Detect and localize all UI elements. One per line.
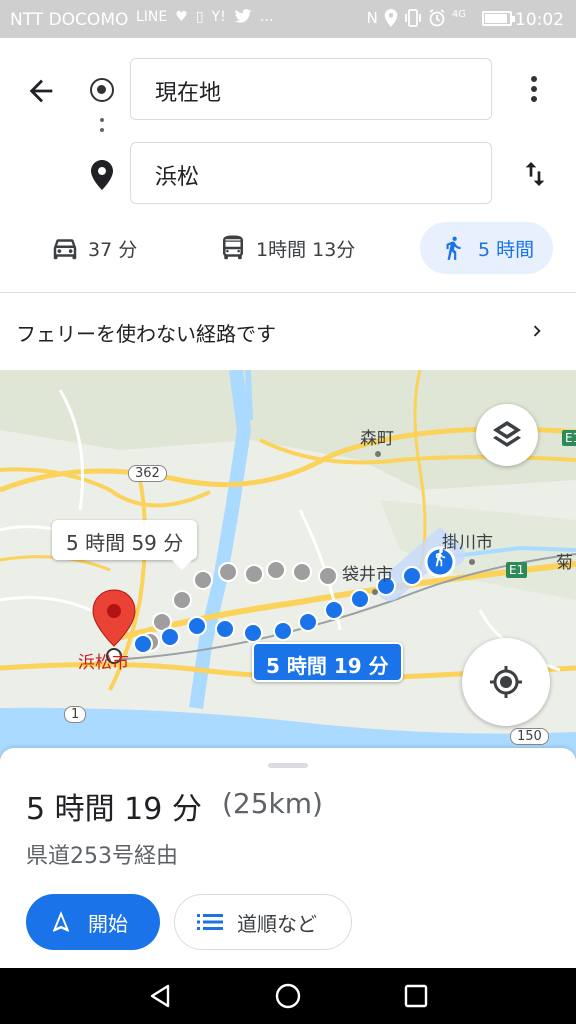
route-via: 県道253号経由 [26,844,178,869]
chevron-right-icon [533,325,541,337]
yahoo-icon: Y! [211,9,226,25]
map-label-kiku: 菊 [556,553,573,573]
my-location-button[interactable] [462,638,550,726]
route-shield-1: 1 [64,706,87,723]
twitter-icon [234,9,252,27]
driving-time: 37 分 [88,238,138,261]
route-notice-row[interactable]: フェリーを使わない経路です [0,293,576,370]
map-label-morimachi: 森町 [360,429,394,449]
heart-icon: ♥ [175,9,188,25]
more-notifications-icon: … [259,9,274,25]
route-notice-text: フェリーを使わない経路です [16,322,276,346]
sheet-drag-handle[interactable] [268,763,308,768]
my-location-icon [490,666,522,698]
signal-icon: 4G [451,9,466,20]
back-button[interactable] [24,74,58,108]
destination-input[interactable]: 浜松 [130,142,492,204]
line-icon: LINE [136,9,168,25]
swap-vert-icon [525,162,545,186]
route-summary-sheet[interactable]: 5 時間 19 分 (25km) 県道253号経由 開始 道順など [0,748,576,968]
map-view[interactable]: 森町 掛川市 袋井市 浜松市 菊 362 1 150 E1 E1 5 時間 59… [0,370,576,770]
map-label-kakegawa: 掛川市 [442,533,493,553]
notification-icons: LINE ♥ ▯ Y! … [136,9,274,27]
car-icon [53,239,77,260]
clock: 10:02 [515,10,564,30]
alarm-icon [428,9,446,31]
nfc-icon: N [366,9,378,27]
map-label-fukuroi: 袋井市 [342,565,393,585]
steps-label: 道順など [237,911,317,936]
transit-time: 1時間 13分 [256,238,356,261]
status-bar: NTT DOCOMO LINE ♥ ▯ Y! … N 4G 10:02 [0,0,576,38]
map-layers-button[interactable] [476,404,538,466]
location-icon [384,9,398,31]
phone-icon: ▯ [195,9,204,25]
tab-walking[interactable]: 5 時間 [420,222,553,274]
arrow-left-icon [29,79,53,103]
tab-driving[interactable]: 37 分 [50,222,137,274]
tab-transit[interactable]: 1時間 13分 [218,222,355,274]
route-duration: 5 時間 19 分 [26,792,202,827]
expressway-shield-e1: E1 [506,562,528,578]
start-navigation-button[interactable]: 開始 [26,894,160,950]
carrier-name: NTT DOCOMO [10,10,129,30]
vibrate-icon [404,9,422,31]
directions-header: 現在地 浜松 37 分 1時間 13分 5 時間 [0,38,576,292]
list-icon [197,914,223,930]
system-icons: N 4G [367,9,466,31]
swap-locations-button[interactable] [519,158,551,190]
destination-pin-icon [91,160,113,190]
route-distance: (25km) [222,787,323,820]
walking-time: 5 時間 [478,238,535,261]
origin-input[interactable]: 現在地 [130,58,492,120]
route-shield-362: 362 [128,465,167,482]
route-connector-dots [100,118,104,142]
steps-button[interactable]: 道順など [174,894,352,950]
nav-home-icon[interactable] [274,982,302,1010]
origin-marker-icon [90,78,114,102]
screen: NTT DOCOMO LINE ♥ ▯ Y! … N 4G 10:02 現在地 … [0,0,576,1024]
map-label-hamamatsu: 浜松市 [78,653,129,673]
navigation-arrow-icon [52,911,70,932]
battery-icon [482,11,515,26]
active-route-time-bubble[interactable]: 5 時間 19 分 [252,642,403,682]
nav-back-icon[interactable] [146,982,174,1010]
bus-icon [223,235,243,260]
layers-icon [493,421,521,447]
more-options-button[interactable] [528,76,540,106]
walk-icon [446,236,461,260]
nav-recents-icon[interactable] [402,982,430,1010]
start-label: 開始 [88,911,128,936]
route-shield-150: 150 [510,728,549,745]
expressway-shield-e1-north: E1 [562,430,576,446]
alternate-route-time-bubble[interactable]: 5 時間 59 分 [52,520,198,570]
more-vert-icon [531,76,537,82]
travel-mode-tabs: 37 分 1時間 13分 5 時間 [0,222,576,276]
system-navigation-bar [0,968,576,1024]
